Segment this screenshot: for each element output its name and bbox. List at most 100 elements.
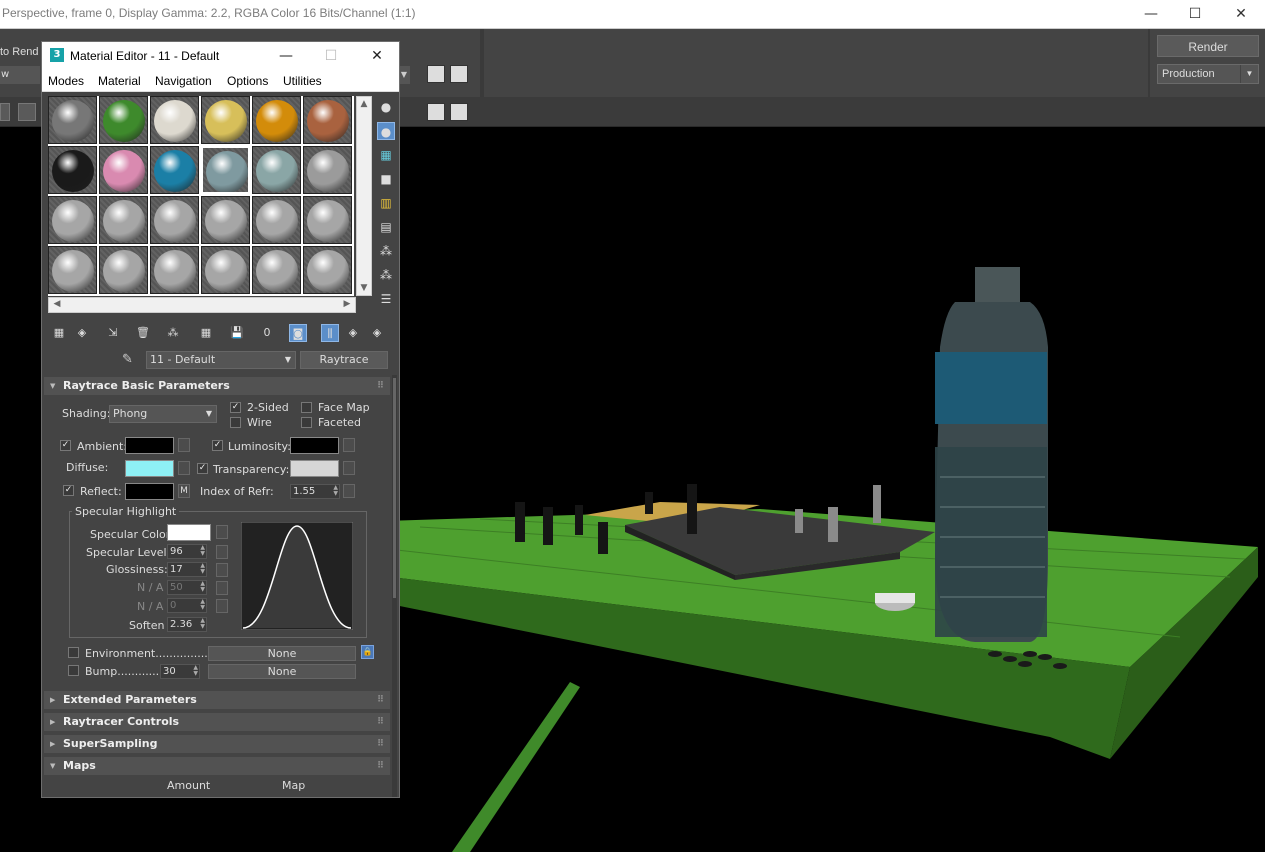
ambient-map-button[interactable] [178,438,190,452]
select-by-material-icon[interactable]: ⁂ [377,266,395,284]
rollout-extended-parameters[interactable]: ▶ Extended Parameters ⠿ [44,691,390,709]
minimize-icon[interactable]: — [1136,4,1166,24]
go-to-parent-icon[interactable]: ◈ [344,324,362,342]
menu-navigation[interactable]: Navigation [155,74,212,88]
maximize-icon[interactable]: ☐ [319,46,343,66]
ior-spinner[interactable]: 1.55 ▲ ▼ [290,484,340,499]
ior-map-button[interactable] [343,484,355,498]
material-slot[interactable] [48,96,97,144]
material-slot[interactable] [303,146,352,194]
specular-color-map-button[interactable] [216,525,228,539]
rollout-scroll-thumb[interactable] [393,378,396,598]
menu-modes[interactable]: Modes [48,74,84,88]
material-editor-window[interactable]: 3 Material Editor - 11 - Default — ☐ ✕ M… [41,41,400,798]
backlight-icon[interactable]: ● [377,122,395,140]
put-to-library-icon[interactable]: 💾 [228,324,246,342]
scroll-left-icon[interactable]: ◀ [50,299,64,309]
diffuse-color-swatch[interactable] [125,460,174,477]
material-slot[interactable] [252,96,301,144]
material-editor-titlebar[interactable]: 3 Material Editor - 11 - Default — ☐ ✕ [42,42,399,70]
ambient-checkbox[interactable]: ✓ [60,440,71,451]
rollout-raytrace-basic[interactable]: ▼ Raytrace Basic Parameters ⠿ [44,377,390,395]
scroll-right-icon[interactable]: ▶ [340,299,354,309]
material-slot[interactable] [48,146,97,194]
make-copy-icon[interactable]: ⁂ [164,324,182,342]
bump-amount-spinner[interactable]: 30 ▲ ▼ [160,664,200,679]
slot-vertical-scrollbar[interactable]: ▲ ▼ [356,96,372,296]
environment-map-button[interactable]: None [208,646,356,661]
uv-tiling-icon[interactable]: ■ [377,170,395,188]
delete-icon[interactable]: 🗑 [134,324,152,342]
faceted-checkbox[interactable] [301,417,312,428]
show-map-icon[interactable]: ◙ [289,324,307,342]
material-slot[interactable] [150,246,199,294]
material-slot[interactable] [303,246,352,294]
face-map-checkbox[interactable] [301,402,312,413]
options-icon[interactable]: ⁂ [377,242,395,260]
maximize-icon[interactable]: ☐ [1180,4,1210,24]
material-slot[interactable] [201,196,250,244]
material-id-icon[interactable]: 0 [258,324,276,342]
material-name-select[interactable]: 11 - Default ▼ [146,351,296,369]
render-icon[interactable] [450,103,468,121]
material-slot[interactable] [252,146,301,194]
render-setup-icon[interactable] [427,65,445,83]
scroll-up-icon[interactable]: ▲ [357,99,371,109]
close-icon[interactable]: ✕ [365,46,389,66]
bump-map-button[interactable]: None [208,664,356,679]
material-slot[interactable] [48,246,97,294]
glossiness-map-button[interactable] [216,563,228,577]
get-material-icon[interactable]: ▦ [50,324,68,342]
eyedropper-icon[interactable]: ✎ [122,352,133,367]
bump-checkbox[interactable] [68,665,79,676]
rollout-maps[interactable]: ▼ Maps ⠿ [44,757,390,775]
menu-options[interactable]: Options [227,74,268,88]
reflect-checkbox[interactable]: ✓ [63,485,74,496]
reflect-map-button[interactable]: M [178,484,190,498]
scroll-down-icon[interactable]: ▼ [357,283,371,293]
ambient-color-swatch[interactable] [125,437,174,454]
close-icon[interactable]: ✕ [1226,4,1256,24]
make-unique-icon[interactable]: ▦ [197,324,215,342]
material-slot[interactable] [99,246,148,294]
make-preview-icon[interactable]: ▤ [377,218,395,236]
render-frame-icon[interactable] [450,65,468,83]
minimize-icon[interactable]: — [274,46,298,66]
material-navigator-icon[interactable]: ☰ [377,290,395,308]
menu-material[interactable]: Material [98,74,141,88]
menu-utilities[interactable]: Utilities [283,74,322,88]
render-button[interactable]: Render [1157,35,1259,57]
channel-icon[interactable] [0,103,10,121]
material-slot[interactable] [150,146,199,194]
material-slot[interactable] [303,196,352,244]
video-color-check-icon[interactable]: ▥ [377,194,395,212]
luminosity-checkbox[interactable]: ✓ [212,440,223,451]
material-slot[interactable] [48,196,97,244]
material-slot[interactable] [99,196,148,244]
show-end-result-icon[interactable]: ⫼ [321,324,339,342]
material-slot[interactable] [252,246,301,294]
wire-checkbox[interactable] [230,417,241,428]
reflect-color-swatch[interactable] [125,483,174,500]
slot-horizontal-scrollbar[interactable]: ◀ ▶ [48,297,356,313]
display-icon[interactable] [427,103,445,121]
clone-icon[interactable] [18,103,36,121]
rollout-raytracer-controls[interactable]: ▶ Raytracer Controls ⠿ [44,713,390,731]
specular-level-map-button[interactable] [216,545,228,559]
diffuse-map-button[interactable] [178,461,190,475]
transparency-checkbox[interactable]: ✓ [197,463,208,474]
two-sided-checkbox[interactable]: ✓ [230,402,241,413]
specular-color-swatch[interactable] [167,524,211,541]
luminosity-color-swatch[interactable] [290,437,339,454]
transparency-color-swatch[interactable] [290,460,339,477]
material-slot[interactable] [252,196,301,244]
material-slot[interactable] [150,96,199,144]
material-slot[interactable] [201,246,250,294]
material-slot[interactable] [201,146,250,194]
specular-level-spinner[interactable]: 96 ▲ ▼ [167,544,207,559]
rollout-supersampling[interactable]: ▶ SuperSampling ⠿ [44,735,390,753]
render-preset-select[interactable]: Production ▼ [1157,64,1259,84]
material-slot[interactable] [303,96,352,144]
luminosity-map-button[interactable] [343,438,355,452]
sample-type-icon[interactable]: ● [377,98,395,116]
